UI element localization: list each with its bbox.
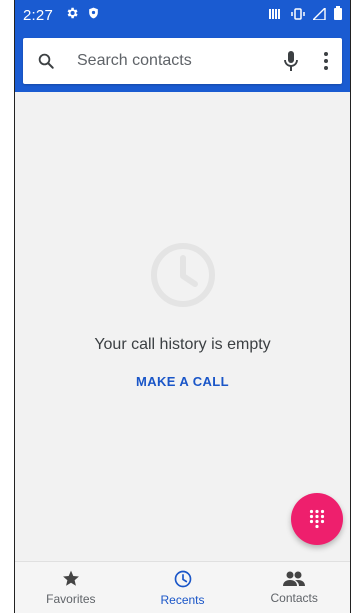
more-vert-icon[interactable] (324, 52, 328, 70)
search-input[interactable]: Search contacts (77, 52, 284, 70)
empty-state: Your call history is empty MAKE A CALL (15, 240, 350, 389)
search-bar[interactable]: Search contacts (23, 38, 342, 84)
vibrate-icon (291, 7, 305, 24)
tab-favorites[interactable]: Favorites (15, 562, 127, 613)
search-area: Search contacts (15, 30, 350, 92)
battery-icon (334, 6, 342, 24)
tab-favorites-label: Favorites (46, 592, 96, 606)
dialpad-icon (309, 509, 325, 529)
status-time: 2:27 (23, 6, 53, 24)
status-left-icons (65, 6, 100, 24)
signal-icon (311, 5, 326, 24)
tab-recents-label: Recents (160, 592, 205, 607)
people-icon (283, 571, 306, 586)
clock-icon (174, 570, 191, 587)
tab-recents[interactable]: Recents (127, 562, 239, 613)
search-icon[interactable] (37, 52, 55, 70)
phone-screen: 2:27 Search contacts Your call history i… (14, 0, 350, 613)
status-bar: 2:27 (15, 0, 350, 30)
device-frame-left (0, 0, 14, 613)
shield-icon (87, 6, 100, 24)
search-actions (284, 51, 328, 71)
tab-contacts[interactable]: Contacts (238, 562, 350, 613)
status-right-icons (269, 5, 342, 24)
cast-icon (269, 7, 283, 24)
mic-icon[interactable] (284, 51, 298, 71)
tab-contacts-label: Contacts (270, 590, 318, 605)
make-a-call-button[interactable]: MAKE A CALL (136, 374, 229, 389)
star-icon (62, 570, 79, 586)
bottom-navigation: Favorites Recents Contacts (15, 561, 350, 613)
clock-icon (150, 243, 215, 307)
dialpad-button[interactable] (291, 493, 343, 545)
gear-icon (65, 6, 79, 24)
empty-message: Your call history is empty (94, 336, 271, 353)
